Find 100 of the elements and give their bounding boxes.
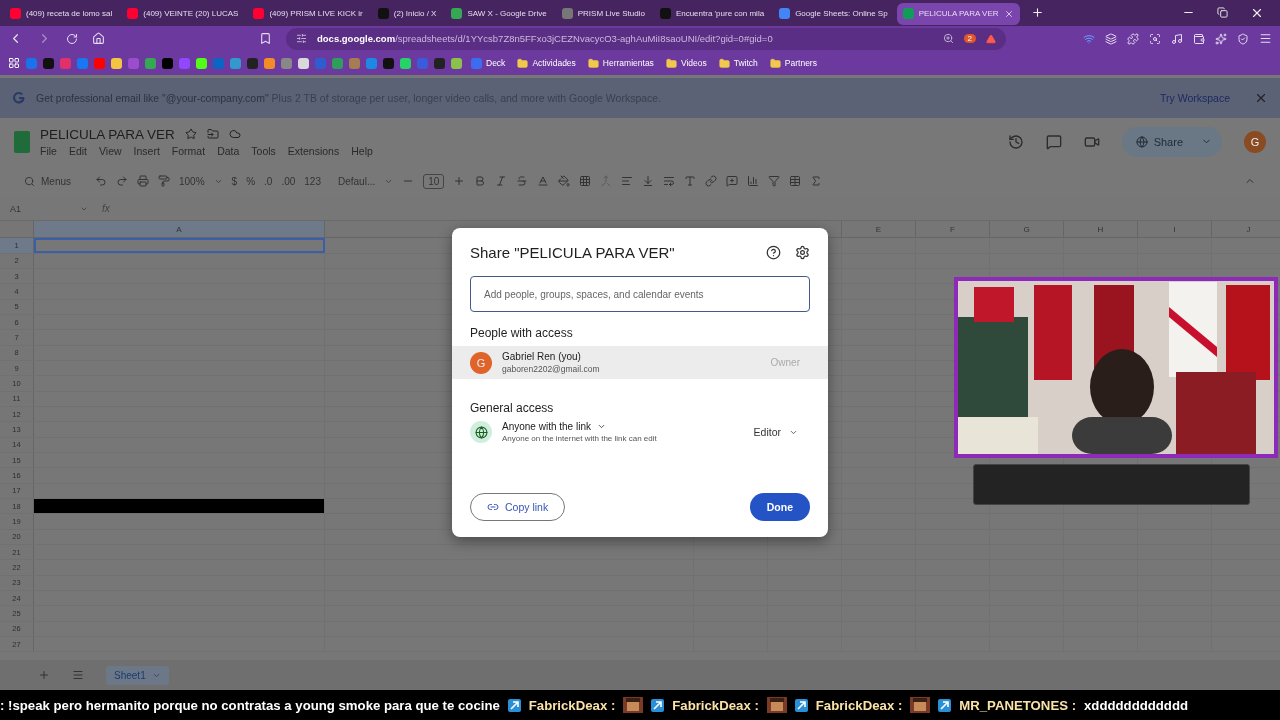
functions-icon[interactable] — [810, 175, 823, 188]
bookmark-site-icon[interactable] — [383, 57, 394, 69]
menu-item[interactable]: Tools — [251, 144, 276, 157]
table-icon[interactable] — [789, 175, 802, 188]
filter-icon[interactable] — [768, 175, 781, 188]
browser-tab[interactable]: (409) PRISM LIVE KICK ir — [247, 2, 369, 25]
move-folder-icon[interactable] — [206, 128, 219, 141]
browser-tab[interactable]: SAW X - Google Drive — [445, 2, 553, 25]
restore-icon[interactable] — [1217, 7, 1228, 19]
wrap-icon[interactable] — [663, 175, 676, 188]
bookmark-site-icon[interactable] — [145, 57, 156, 69]
add-sheet-icon[interactable] — [38, 669, 50, 682]
add-comment-icon[interactable] — [726, 175, 739, 188]
bookmark-item[interactable]: Herramientas — [584, 57, 657, 69]
address-bar[interactable]: docs.google.com/spreadsheets/d/1YYcsb7Z8n5FFxo3jCEZNvacycO3-aghAuMiI8saoUNI/edit?gid=0#gid=0 2 — [286, 27, 1006, 50]
history-icon[interactable] — [1007, 133, 1024, 150]
vertical-align-icon[interactable] — [642, 175, 655, 188]
cloud-icon[interactable] — [228, 128, 241, 141]
undo-icon[interactable] — [95, 175, 107, 188]
bookmark-site-icon[interactable] — [111, 57, 122, 69]
warning-icon[interactable] — [986, 33, 996, 44]
percent-format[interactable]: % — [246, 175, 256, 187]
decrease-decimal[interactable]: .0 — [264, 175, 273, 187]
all-sheets-icon[interactable] — [72, 669, 84, 682]
align-icon[interactable] — [621, 175, 634, 188]
bookmark-site-icon[interactable] — [332, 57, 343, 69]
menu-item[interactable]: Edit — [68, 144, 87, 157]
paint-format-icon[interactable] — [158, 175, 170, 188]
browser-tab[interactable]: PELICULA PARA VER — [896, 2, 1020, 25]
add-people-field[interactable]: Add people, groups, spaces, and calendar events — [470, 276, 810, 312]
bookmark-item[interactable]: Deck — [468, 57, 509, 69]
bookmark-site-icon[interactable] — [400, 57, 411, 69]
zoom-icon[interactable] — [942, 33, 954, 45]
role-dropdown[interactable]: Editor — [753, 426, 810, 438]
zoom-dropdown[interactable]: 100% — [179, 175, 205, 187]
italic-icon[interactable] — [495, 175, 508, 188]
menu-item[interactable]: File — [40, 144, 57, 157]
browser-tab[interactable]: (409) receta de lomo sal — [4, 2, 119, 25]
borders-icon[interactable] — [579, 175, 592, 188]
try-workspace-link[interactable]: Try Workspace — [1160, 91, 1230, 104]
extensions-icon[interactable] — [1127, 32, 1139, 45]
strikethrough-icon[interactable] — [516, 175, 529, 188]
bookmark-icon[interactable] — [259, 32, 272, 46]
increase-decimal[interactable]: .00 — [281, 175, 296, 187]
reader-icon[interactable] — [1149, 32, 1161, 45]
access-dropdown[interactable]: Anyone with the link — [502, 421, 744, 432]
print-icon[interactable] — [137, 175, 149, 188]
share-button[interactable]: Share — [1121, 126, 1222, 157]
extension-icon[interactable] — [1105, 32, 1117, 45]
menu-item[interactable]: Extensions — [287, 144, 340, 157]
caret-icon[interactable] — [596, 422, 606, 431]
text-rotation-icon[interactable] — [684, 175, 697, 188]
browser-tab[interactable]: (2) Inicio / X — [371, 2, 443, 25]
account-avatar[interactable]: G — [1244, 130, 1266, 153]
signal-icon[interactable] — [1083, 32, 1095, 45]
chart-icon[interactable] — [747, 175, 760, 188]
bookmark-site-icon[interactable] — [451, 57, 462, 69]
font-size-field[interactable]: 10 — [423, 173, 445, 189]
bookmark-item[interactable]: Videos — [662, 57, 710, 69]
shield-count[interactable]: 2 — [963, 34, 976, 44]
help-icon[interactable] — [766, 245, 781, 260]
number-format[interactable]: 123 — [304, 175, 321, 187]
menu-icon[interactable] — [1259, 32, 1272, 46]
sparkles-icon[interactable] — [1215, 32, 1227, 45]
reload-icon[interactable] — [66, 32, 78, 45]
text-color-icon[interactable] — [537, 175, 550, 188]
browser-tab[interactable]: PRISM Live Studio — [555, 2, 651, 25]
browser-tab[interactable]: (409) VEINTE (20) LUCAS — [121, 2, 245, 25]
home-icon[interactable] — [92, 32, 105, 46]
link-icon[interactable] — [705, 175, 718, 188]
bookmark-site-icon[interactable] — [230, 57, 241, 69]
apps-icon[interactable] — [8, 57, 20, 70]
shield-icon[interactable] — [1237, 32, 1249, 45]
menu-item[interactable]: Insert — [133, 144, 160, 157]
menu-item[interactable]: Data — [217, 144, 240, 157]
sheet-tab[interactable]: Sheet1 — [106, 665, 169, 685]
bookmark-item[interactable]: Actividades — [514, 57, 579, 69]
selected-cell[interactable] — [34, 238, 325, 253]
person-row[interactable]: G Gabriel Ren (you) gaboren2202@gmail.com Owner — [452, 346, 828, 379]
new-tab-icon[interactable] — [1030, 6, 1044, 20]
menu-item[interactable]: Format — [171, 144, 206, 157]
settings-icon[interactable] — [795, 245, 810, 260]
wallet-icon[interactable] — [1193, 32, 1205, 45]
menu-item[interactable]: Help — [351, 144, 373, 157]
fill-color-icon[interactable] — [558, 175, 571, 188]
bookmark-site-icon[interactable] — [196, 57, 207, 69]
menu-item[interactable]: View — [99, 144, 122, 157]
bookmark-site-icon[interactable] — [162, 57, 173, 69]
name-box[interactable]: A1 — [10, 203, 66, 214]
comment-icon[interactable] — [1045, 133, 1062, 150]
music-icon[interactable] — [1171, 32, 1183, 45]
bookmark-item[interactable]: Partners — [766, 57, 820, 69]
site-settings-icon[interactable] — [296, 33, 307, 45]
done-button[interactable]: Done — [749, 493, 810, 521]
bookmark-item[interactable]: Twitch — [715, 57, 761, 69]
bookmark-site-icon[interactable] — [298, 57, 309, 69]
copy-link-button[interactable]: Copy link — [470, 493, 566, 521]
bookmark-site-icon[interactable] — [43, 57, 54, 69]
column-header[interactable]: A — [34, 221, 325, 238]
menu-search-field[interactable]: Menus — [24, 175, 86, 187]
